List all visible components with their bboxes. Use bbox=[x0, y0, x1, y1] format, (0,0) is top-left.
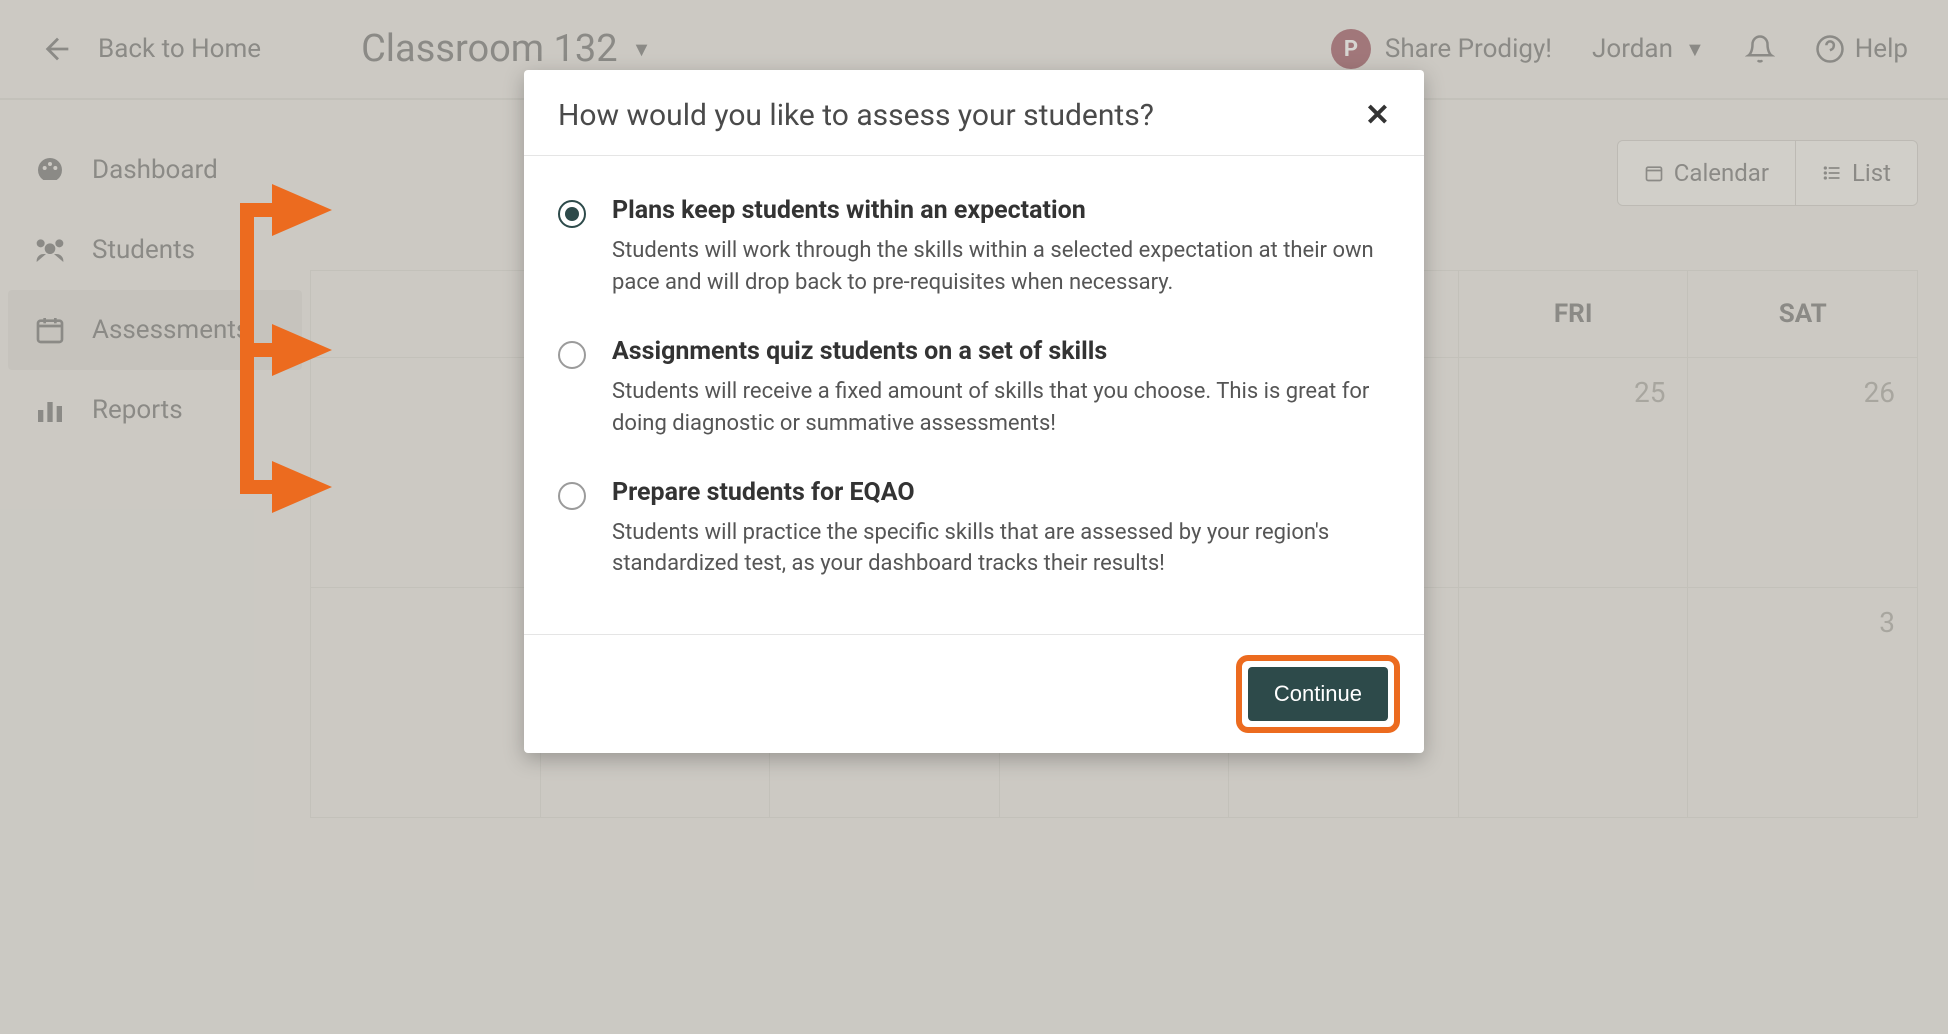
modal-footer: Continue bbox=[524, 634, 1424, 753]
option-text: Plans keep students within an expectatio… bbox=[612, 196, 1376, 299]
option-assignments[interactable]: Assignments quiz students on a set of sk… bbox=[558, 323, 1376, 464]
option-text: Assignments quiz students on a set of sk… bbox=[612, 337, 1376, 440]
assess-modal: How would you like to assess your studen… bbox=[524, 70, 1424, 753]
radio-icon[interactable] bbox=[558, 341, 586, 369]
radio-icon[interactable] bbox=[558, 200, 586, 228]
modal-body: Plans keep students within an expectatio… bbox=[524, 156, 1424, 634]
close-icon[interactable]: ✕ bbox=[1365, 98, 1390, 133]
option-title: Assignments quiz students on a set of sk… bbox=[612, 337, 1376, 366]
modal-header: How would you like to assess your studen… bbox=[524, 70, 1424, 156]
option-desc: Students will work through the skills wi… bbox=[612, 235, 1376, 299]
continue-button[interactable]: Continue bbox=[1248, 667, 1388, 721]
option-title: Prepare students for EQAO bbox=[612, 478, 1376, 507]
option-text: Prepare students for EQAO Students will … bbox=[612, 478, 1376, 581]
continue-highlight: Continue bbox=[1236, 655, 1400, 733]
option-plans[interactable]: Plans keep students within an expectatio… bbox=[558, 182, 1376, 323]
option-desc: Students will receive a fixed amount of … bbox=[612, 376, 1376, 440]
option-eqao[interactable]: Prepare students for EQAO Students will … bbox=[558, 464, 1376, 605]
modal-title: How would you like to assess your studen… bbox=[558, 98, 1154, 133]
option-title: Plans keep students within an expectatio… bbox=[612, 196, 1376, 225]
radio-icon[interactable] bbox=[558, 482, 586, 510]
option-desc: Students will practice the specific skil… bbox=[612, 517, 1376, 581]
